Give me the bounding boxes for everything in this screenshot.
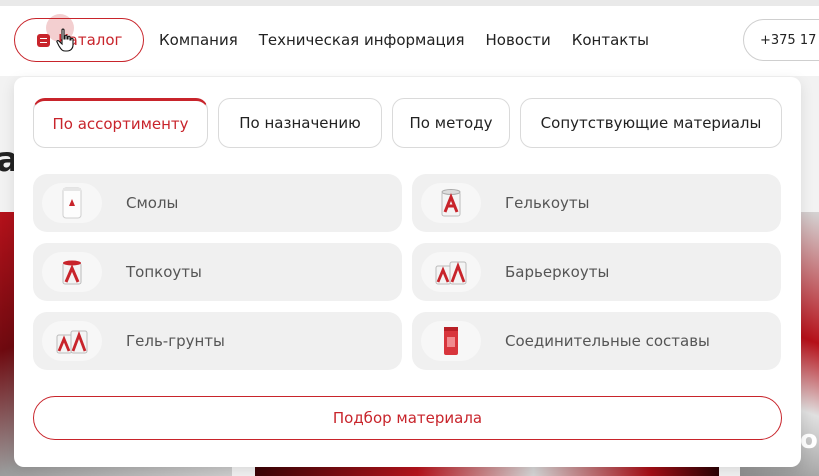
category-gel-primers[interactable]: Гель-грунты — [33, 312, 402, 370]
category-label: Барьеркоуты — [505, 263, 610, 281]
background-text-fragment: оп — [800, 425, 819, 455]
phone-number: +375 17 3 — [760, 32, 819, 48]
barriercoat-cans-icon — [421, 252, 481, 292]
category-label: Гелькоуты — [505, 194, 590, 212]
tab-by-method[interactable]: По методу — [392, 98, 510, 148]
catalog-dropdown: По ассортименту По назначению По методу … — [14, 77, 801, 467]
hand-cursor-icon — [56, 28, 74, 52]
tab-related-materials[interactable]: Сопутствующие материалы — [520, 98, 782, 148]
resin-drum-icon — [42, 183, 102, 223]
gelcoat-can-icon — [421, 183, 481, 223]
nav-item-news[interactable]: Новости — [486, 31, 551, 49]
category-resins[interactable]: Смолы — [33, 174, 402, 232]
tab-label: По методу — [409, 114, 493, 132]
catalog-button[interactable]: Каталог — [14, 18, 144, 62]
select-material-button[interactable]: Подбор материала — [33, 396, 782, 440]
bonding-compound-cartridge-icon — [421, 321, 481, 361]
main-nav: Компания Техническая информация Новости … — [159, 31, 670, 49]
nav-item-company[interactable]: Компания — [159, 31, 238, 49]
category-label: Соединительные составы — [505, 332, 710, 350]
category-label: Смолы — [126, 194, 179, 212]
category-barriercoats[interactable]: Барьеркоуты — [412, 243, 781, 301]
tab-label: По ассортименту — [52, 115, 189, 133]
category-label: Гель-грунты — [126, 332, 225, 350]
tab-label: По назначению — [239, 114, 361, 132]
phone-button[interactable]: +375 17 3 — [743, 19, 819, 61]
category-bonding-compounds[interactable]: Соединительные составы — [412, 312, 781, 370]
gel-primer-cans-icon — [42, 321, 102, 361]
category-label: Топкоуты — [126, 263, 202, 281]
topcoat-can-icon — [42, 252, 102, 292]
tab-by-assortment[interactable]: По ассортименту — [33, 98, 208, 148]
tab-label: Сопутствующие материалы — [540, 114, 762, 132]
nav-item-contacts[interactable]: Контакты — [572, 31, 649, 49]
category-gelcoats[interactable]: Гелькоуты — [412, 174, 781, 232]
nav-item-technical-info[interactable]: Техническая информация — [259, 31, 465, 49]
category-topcoats[interactable]: Топкоуты — [33, 243, 402, 301]
site-header: Каталог Компания Техническая информация … — [0, 6, 819, 76]
select-material-label: Подбор материала — [332, 409, 483, 427]
tab-by-purpose[interactable]: По назначению — [218, 98, 382, 148]
